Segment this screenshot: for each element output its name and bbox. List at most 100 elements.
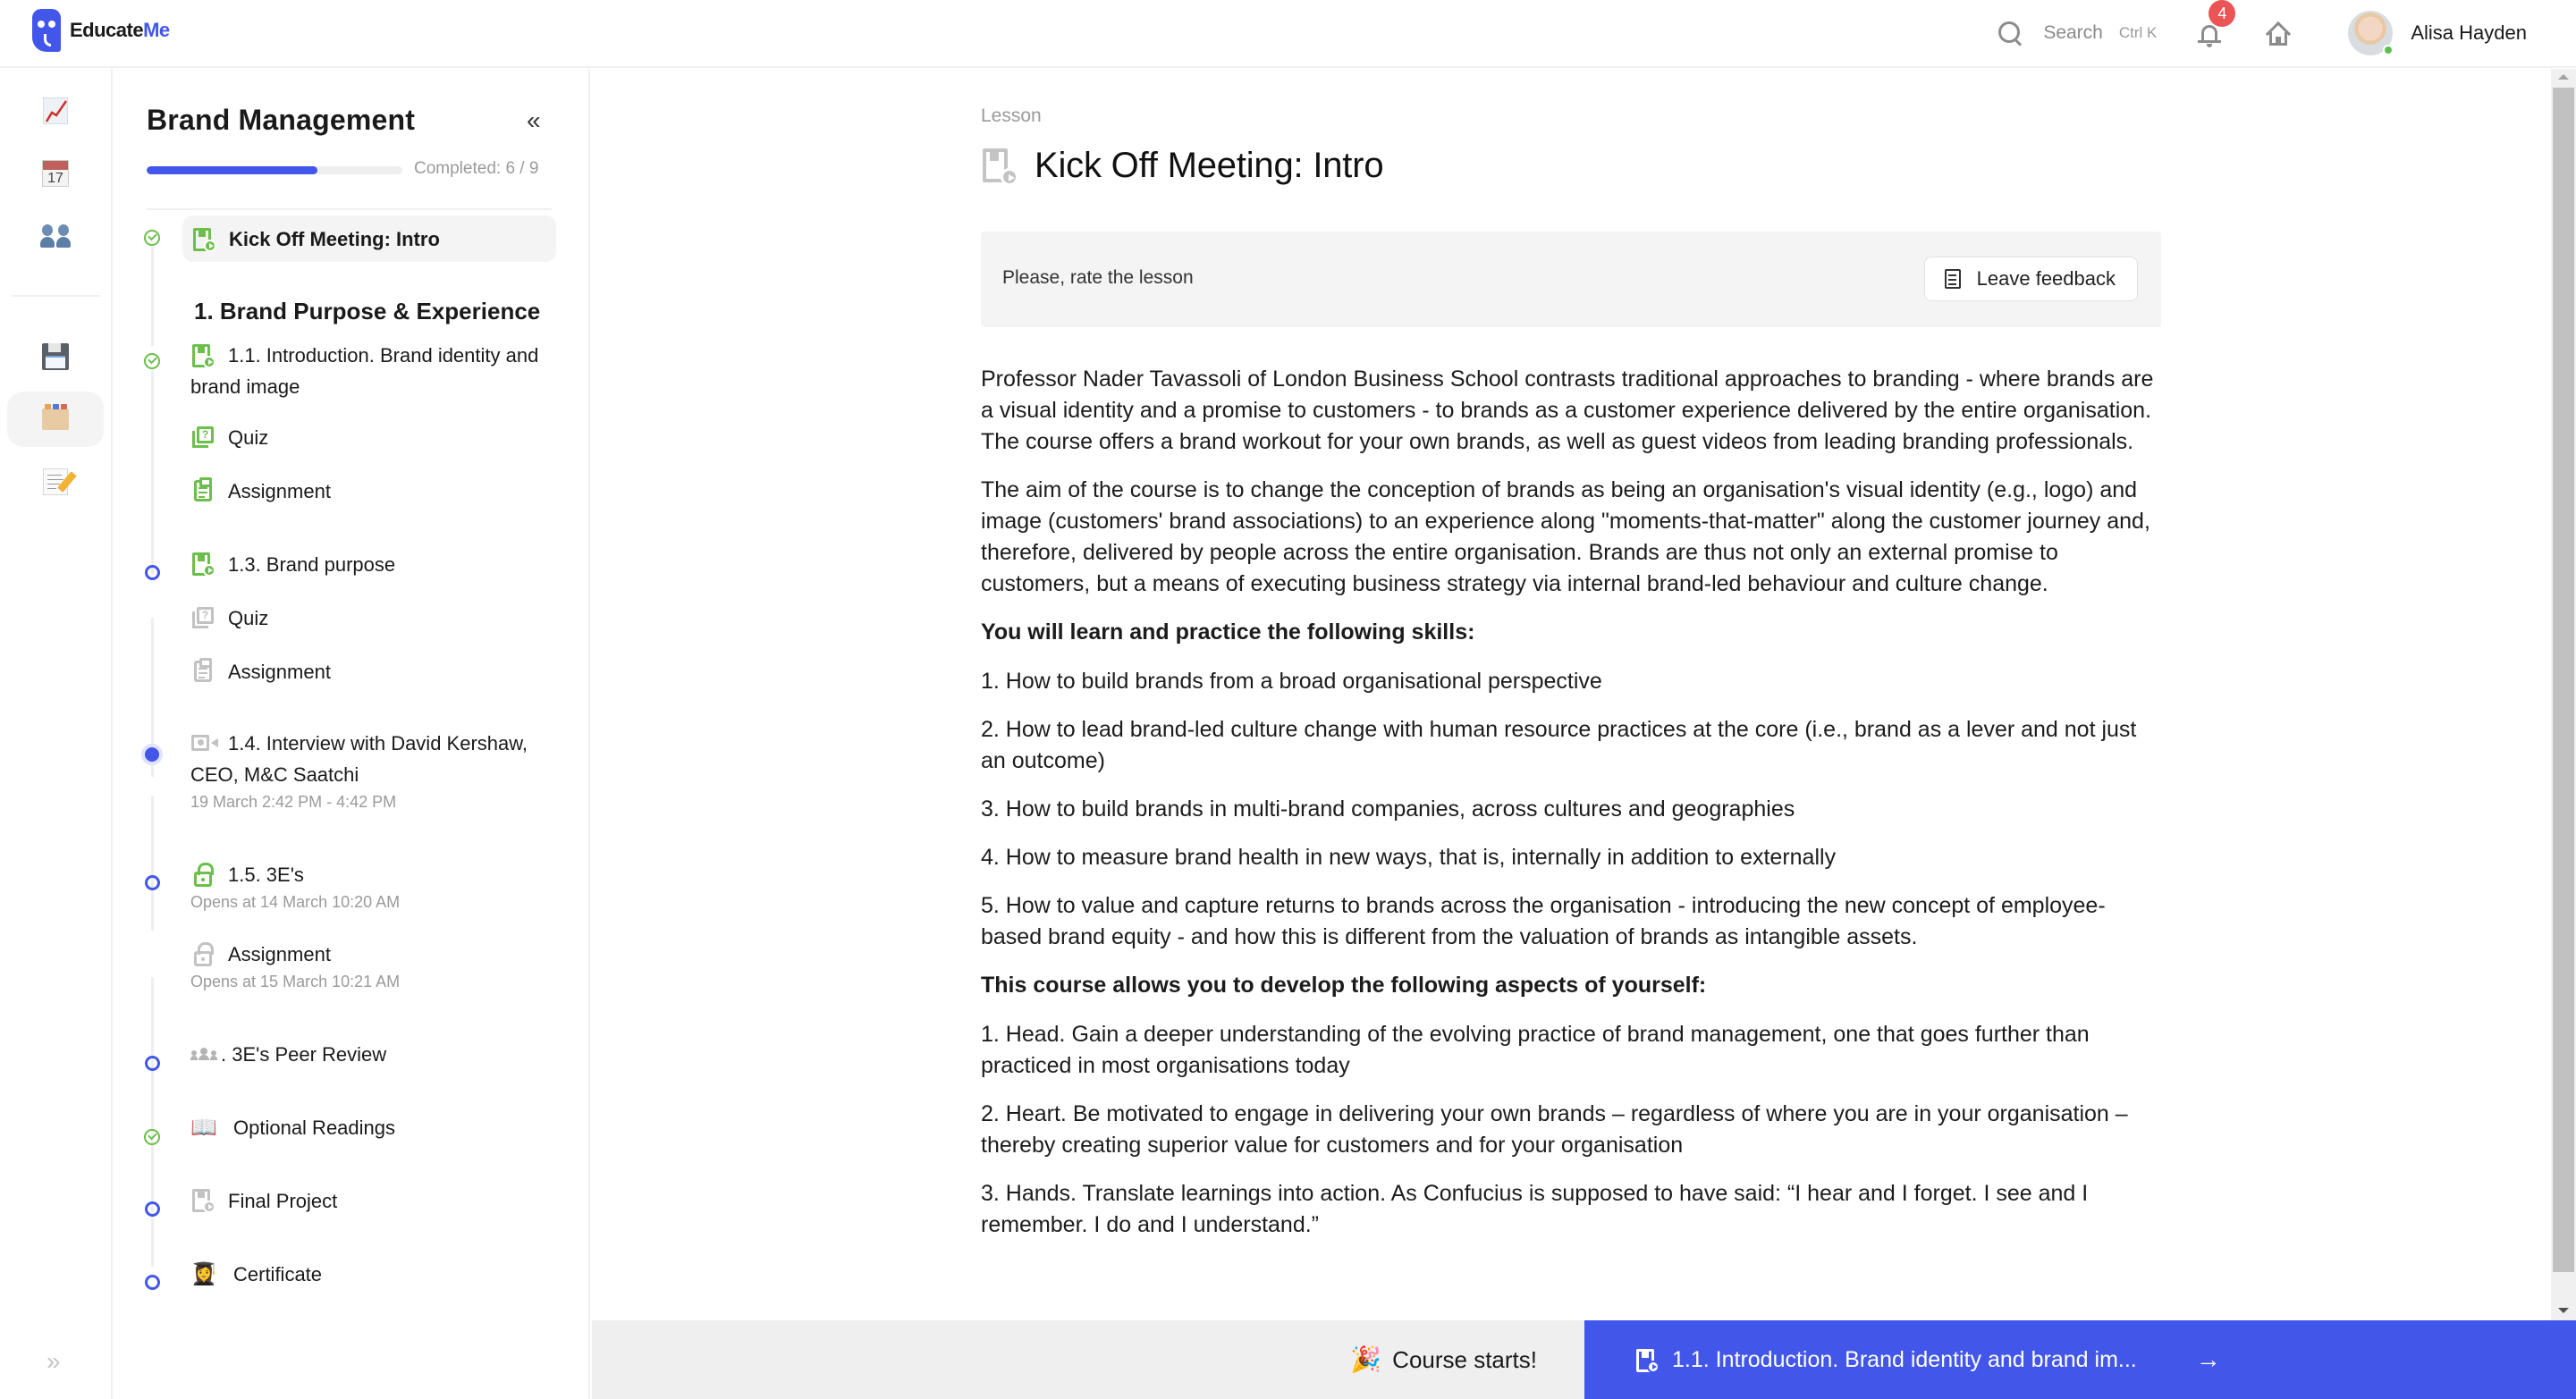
sidebar-item-brand-purpose[interactable]: 1.3. Brand purpose <box>190 549 564 580</box>
video-icon <box>190 730 218 757</box>
lesson-icon <box>190 551 217 577</box>
collapse-sidebar-icon[interactable]: « <box>527 106 541 135</box>
arrow-right-icon: → <box>2195 1345 2221 1373</box>
calendar-icon: 17 <box>42 160 69 187</box>
skill-item: 1. How to build brands from a broad orga… <box>981 669 1602 694</box>
status-open-icon <box>145 1056 160 1071</box>
aspects-heading: This course allows you to develop the fo… <box>981 973 1707 998</box>
paragraph: The aim of the course is to change the c… <box>981 477 2150 596</box>
peer-review-icon <box>190 1041 217 1067</box>
rate-lesson-panel: Please, rate the lesson Leave feedback <box>981 232 2161 327</box>
sidebar-item-certificate[interactable]: 👩‍🎓 Certificate <box>190 1259 564 1290</box>
skills-heading: You will learn and practice the followin… <box>981 619 1475 645</box>
avatar[interactable] <box>2348 11 2394 55</box>
sidebar-item-assignment[interactable]: Assignment <box>190 656 564 687</box>
memo-icon <box>43 468 77 495</box>
lock-icon <box>190 941 217 968</box>
home-icon[interactable] <box>2264 20 2293 47</box>
paragraph: Professor Nader Tavassoli of London Busi… <box>981 367 2154 454</box>
quiz-icon: ? <box>190 424 217 451</box>
event-time: 19 March 2:42 PM - 4:42 PM <box>190 793 397 811</box>
sidebar-divider <box>147 208 552 210</box>
timeline-line <box>151 248 154 346</box>
aspect-item: 3. Hands. Translate learnings into actio… <box>981 1181 2089 1237</box>
opens-at-text: Opens at 15 March 10:21 AM <box>190 973 401 990</box>
section-title: 1. Brand Purpose & Experience <box>194 298 541 324</box>
header-actions: Search Ctrl K 4 Alisa Hayden <box>1997 0 2527 66</box>
sidebar-item-locked-assignment[interactable]: Assignment Opens at 15 March 10:21 AM <box>190 939 564 993</box>
lesson-icon <box>190 1187 217 1214</box>
course-sidebar: Brand Management « Completed: 6 / 9 Kick… <box>114 69 590 1399</box>
sidebar-item-quiz[interactable]: ? Quiz <box>190 422 564 453</box>
rail-item-saved[interactable] <box>7 329 104 384</box>
lesson-header: Kick Off Meeting: Intro <box>981 146 1384 186</box>
lesson-navigation: 🎉 Course starts! 1.1. Introduction. Bran… <box>592 1320 2576 1399</box>
sidebar-item-3es[interactable]: 1.5. 3E's Opens at 14 March 10:20 AM <box>190 859 564 914</box>
scrollbar-thumb[interactable] <box>2553 88 2574 1272</box>
rail-item-courses[interactable] <box>7 392 104 447</box>
lesson-body: Professor Nader Tavassoli of London Busi… <box>981 364 2161 1258</box>
next-lesson-button[interactable]: 1.1. Introduction. Brand identity and br… <box>1584 1320 2576 1399</box>
leave-feedback-label: Leave feedback <box>1976 267 2116 290</box>
expand-rail-icon[interactable]: » <box>46 1347 61 1376</box>
search-shortcut: Ctrl K <box>2118 24 2158 41</box>
rail-divider <box>13 295 100 297</box>
card-file-box-icon <box>42 404 69 430</box>
course-progress-label: Completed: 6 / 9 <box>414 159 539 178</box>
icon-rail: 17 » <box>0 69 113 1399</box>
sidebar-item-quiz[interactable]: ? Quiz <box>190 603 564 634</box>
graduate-icon: 👩‍🎓 <box>190 1261 217 1286</box>
sidebar-item-final-project[interactable]: Final Project <box>190 1185 564 1217</box>
course-progress-bar <box>147 166 402 174</box>
skill-item: 4. How to measure brand health in new wa… <box>981 845 1837 870</box>
owl-logo-icon <box>32 9 61 52</box>
quiz-icon: ? <box>190 604 217 631</box>
notifications-button[interactable]: 4 <box>2196 0 2236 47</box>
skill-item: 2. How to lead brand-led culture change … <box>981 717 2137 773</box>
people-icon <box>40 224 71 248</box>
scroll-down-arrow-icon[interactable] <box>2558 1308 2569 1313</box>
opens-at-text: Opens at 14 March 10:20 AM <box>190 893 401 911</box>
scroll-up-arrow-icon[interactable] <box>2558 74 2569 80</box>
sidebar-item-kick-off-meeting[interactable]: Kick Off Meeting: Intro <box>182 215 556 262</box>
sidebar-item-interview[interactable]: 1.4. Interview with David Kershaw, CEO, … <box>190 728 557 813</box>
skill-item: 3. How to build brands in multi-brand co… <box>981 796 1795 822</box>
content-scrollbar[interactable] <box>2551 69 2576 1320</box>
sidebar-item-assignment[interactable]: Assignment <box>190 476 564 507</box>
previous-lesson-button[interactable]: 🎉 Course starts! <box>592 1320 1584 1399</box>
search-icon <box>1997 20 2023 46</box>
sidebar-item-peer-review[interactable]: . 3E's Peer Review <box>190 1039 564 1070</box>
status-completed-icon <box>144 353 160 369</box>
assignment-icon <box>190 477 217 504</box>
rail-item-calendar[interactable]: 17 <box>7 146 104 201</box>
chart-increasing-icon <box>43 97 68 124</box>
course-progress-fill <box>147 166 317 174</box>
status-open-icon <box>145 565 160 580</box>
app-logo[interactable]: EducateMe <box>32 9 170 52</box>
search-button[interactable]: Search Ctrl K <box>1997 20 2157 46</box>
status-completed-icon <box>144 1129 160 1145</box>
user-name[interactable]: Alisa Hayden <box>2411 21 2527 45</box>
leave-feedback-button[interactable]: Leave feedback <box>1923 257 2138 301</box>
app-name: EducateMe <box>70 19 170 41</box>
sidebar-item-optional-readings[interactable]: 📖 Optional Readings <box>190 1112 564 1143</box>
bell-icon <box>2201 25 2218 41</box>
lesson-icon <box>190 342 217 369</box>
assignment-icon <box>190 658 217 685</box>
party-popper-icon: 🎉 <box>1350 1344 1382 1374</box>
sidebar-item-introduction[interactable]: 1.1. Introduction. Brand identity and br… <box>190 340 548 402</box>
aspect-item: 1. Head. Gain a deeper understanding of … <box>981 1022 2090 1078</box>
course-title: Brand Management <box>147 104 416 136</box>
feedback-icon <box>1944 269 1961 289</box>
top-bar: EducateMe Search Ctrl K 4 Alisa Hayden <box>0 0 2576 68</box>
status-open-icon <box>145 1201 160 1217</box>
rail-item-analytics[interactable] <box>7 83 104 139</box>
skill-item: 5. How to value and capture returns to b… <box>981 893 2106 949</box>
lesson-icon <box>981 147 1020 186</box>
lesson-title: Kick Off Meeting: Intro <box>1035 146 1384 185</box>
rail-item-people[interactable] <box>7 208 104 264</box>
status-completed-icon <box>144 230 160 246</box>
previous-lesson-label: Course starts! <box>1392 1345 1537 1373</box>
status-open-icon <box>145 1275 160 1290</box>
rail-item-notes[interactable] <box>7 454 104 510</box>
